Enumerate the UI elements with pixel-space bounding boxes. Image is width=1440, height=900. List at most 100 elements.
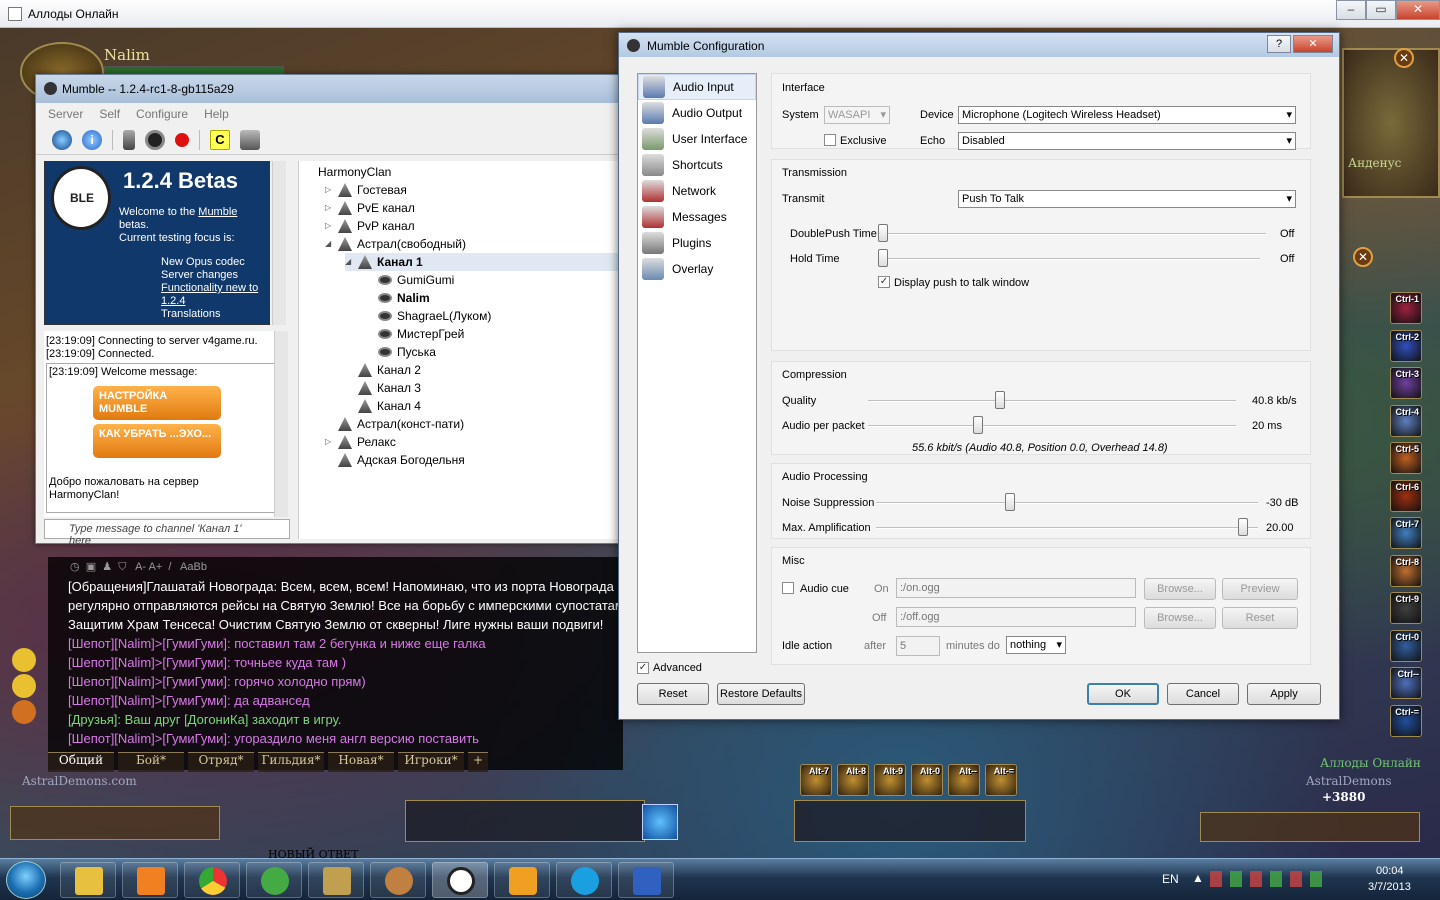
alt-hotkey-slot[interactable]: Alt-= bbox=[985, 764, 1017, 796]
tree-channel[interactable]: Адская Богодельня bbox=[325, 451, 624, 469]
chat-message-input[interactable]: Type message to channel 'Канал 1' here bbox=[44, 519, 290, 547]
chat-tab[interactable]: Игроки* bbox=[398, 752, 464, 772]
alt-hotkey-slot[interactable]: Alt-9 bbox=[874, 764, 906, 796]
connect-globe-icon[interactable] bbox=[52, 129, 72, 150]
nav-item-network[interactable]: Network bbox=[638, 178, 756, 204]
tray-icons[interactable] bbox=[1210, 871, 1326, 887]
info-icon[interactable]: i bbox=[82, 129, 102, 150]
help-button[interactable]: ? bbox=[1267, 35, 1291, 53]
font-size-buttons[interactable]: A- A+ bbox=[135, 561, 162, 573]
remove-echo-banner[interactable]: КАК УБРАТЬ ...ЭХО... bbox=[93, 424, 221, 458]
close-button[interactable]: ✕ bbox=[1396, 0, 1440, 20]
taskbar-allods[interactable] bbox=[618, 862, 674, 898]
ctrl-hotkey-slot[interactable]: Ctrl-1 bbox=[1390, 292, 1422, 324]
tree-channel[interactable]: Канал 3 bbox=[345, 379, 624, 397]
restore-button[interactable]: ▭ bbox=[1366, 0, 1396, 20]
action-bar-right[interactable] bbox=[794, 800, 1026, 842]
taskbar-paint[interactable] bbox=[370, 862, 426, 898]
skill-icon[interactable] bbox=[642, 804, 678, 840]
tree-channel[interactable]: Канал 4 bbox=[345, 397, 624, 415]
taskbar-utorrent[interactable] bbox=[246, 862, 302, 898]
alt-hotkey-slot[interactable]: Alt-- bbox=[948, 764, 980, 796]
ctrl-hotkey-slot[interactable]: Ctrl-9 bbox=[1390, 592, 1422, 624]
tree-user[interactable]: ShagraeL(Луком) bbox=[365, 307, 624, 325]
noise-suppression-slider[interactable] bbox=[876, 502, 1258, 504]
emote-icon[interactable] bbox=[12, 700, 36, 724]
minimize-button[interactable]: – bbox=[1336, 0, 1366, 20]
max-amplification-slider[interactable] bbox=[876, 527, 1258, 529]
tree-channel[interactable]: Канал 2 bbox=[345, 361, 624, 379]
chat-tab[interactable]: Гильдия* bbox=[258, 752, 324, 772]
chat-tab[interactable]: Новая* bbox=[328, 752, 394, 772]
expand-arrow-icon[interactable]: ▷ bbox=[325, 433, 333, 451]
nav-item-messages[interactable]: Messages bbox=[638, 204, 756, 230]
tree-user[interactable]: МистерГрей bbox=[365, 325, 624, 343]
tree-user[interactable]: GumiGumi bbox=[365, 271, 624, 289]
welcome-item[interactable]: Functionality new to bbox=[161, 282, 258, 295]
noise-suppression-slider-thumb[interactable] bbox=[1004, 493, 1015, 511]
game-window-titlebar[interactable]: Аллоды Онлайн – ▭ ✕ bbox=[0, 0, 1440, 28]
tree-channel[interactable]: ▷ Релакс bbox=[325, 433, 624, 451]
action-bar-left[interactable] bbox=[10, 806, 220, 840]
audio-per-packet-slider-thumb[interactable] bbox=[973, 416, 984, 434]
mumble-titlebar[interactable]: Mumble -- 1.2.4-rc1-8-gb115a29 bbox=[36, 75, 624, 103]
exclusive-checkbox[interactable] bbox=[824, 134, 836, 146]
ctrl-hotkey-slot[interactable]: Ctrl-7 bbox=[1390, 517, 1422, 549]
doublepush-slider[interactable] bbox=[878, 233, 1266, 235]
preview-button[interactable]: Preview bbox=[1222, 578, 1298, 600]
welcome-item[interactable]: Server changes bbox=[161, 269, 258, 282]
off-sound-field[interactable]: :/off.ogg bbox=[896, 607, 1136, 627]
nav-item-shortcuts[interactable]: Shortcuts bbox=[638, 152, 756, 178]
browse-on-button[interactable]: Browse... bbox=[1144, 578, 1216, 600]
display-ptt-checkbox[interactable]: ✓ bbox=[878, 276, 890, 288]
ctrl-hotkey-slot[interactable]: Ctrl-6 bbox=[1390, 479, 1422, 512]
headphones-icon[interactable] bbox=[145, 129, 165, 150]
system-select[interactable]: WASAPI bbox=[824, 106, 890, 124]
device-select[interactable]: Microphone (Logitech Wireless Headset) bbox=[958, 106, 1296, 124]
setup-mumble-banner[interactable]: НАСТРОЙКА MUMBLE bbox=[93, 386, 221, 420]
on-sound-field[interactable]: :/on.ogg bbox=[896, 578, 1136, 598]
welcome-scrollbar[interactable] bbox=[272, 161, 286, 325]
taskbar-explorer[interactable] bbox=[60, 862, 116, 898]
log-scrollbar[interactable] bbox=[274, 331, 288, 517]
game-chat-panel[interactable]: ◷ ▣ ♟ ⛉ A- A+ / AaBb [Обращения]Глашатай… bbox=[48, 557, 623, 770]
tree-channel[interactable]: ▷ PvP канал bbox=[325, 217, 624, 235]
smiley-icon[interactable] bbox=[12, 674, 36, 698]
channel-tree[interactable]: HarmonyClan ▷ Гостевая ▷ PvE канал ▷ PvP канал… bbox=[298, 161, 624, 539]
tree-channel[interactable]: ◢ Канал 1 bbox=[345, 253, 624, 271]
record-icon[interactable] bbox=[175, 132, 189, 147]
menu-server[interactable]: Server bbox=[48, 107, 83, 121]
tray-show-hidden-icon[interactable]: ▲ bbox=[1192, 871, 1204, 885]
nav-item-plugins[interactable]: Plugins bbox=[638, 230, 756, 256]
action-bar-bags[interactable] bbox=[1200, 812, 1420, 842]
chat-tab[interactable]: Общий bbox=[48, 752, 114, 772]
config-close-button[interactable]: ✕ bbox=[1293, 35, 1333, 53]
taskbar-bs-player[interactable] bbox=[494, 862, 550, 898]
taskbar-league[interactable] bbox=[308, 862, 364, 898]
tree-channel[interactable]: ▷ Гостевая bbox=[325, 181, 624, 199]
expand-arrow-icon[interactable]: ◢ bbox=[325, 235, 333, 253]
apply-button[interactable]: Apply bbox=[1247, 683, 1321, 705]
welcome-item[interactable]: 1.2.4 bbox=[161, 295, 258, 308]
ctrl-hotkey-slot[interactable]: Ctrl-2 bbox=[1390, 329, 1422, 362]
ctrl-hotkey-slot[interactable]: Ctrl-0 bbox=[1390, 629, 1422, 662]
doublepush-slider-thumb[interactable] bbox=[878, 224, 888, 242]
holdtime-slider-thumb[interactable] bbox=[878, 249, 888, 267]
close-icon[interactable]: ✕ bbox=[1394, 48, 1414, 68]
tree-user[interactable]: Пуська bbox=[365, 343, 624, 361]
alt-hotkey-slot[interactable]: Alt-8 bbox=[837, 764, 869, 796]
nav-item-audio-input[interactable]: Audio Input bbox=[638, 74, 756, 100]
user-icon[interactable]: ♟ bbox=[102, 561, 112, 573]
menu-help[interactable]: Help bbox=[204, 107, 229, 121]
alt-hotkey-slot[interactable]: Alt-0 bbox=[911, 764, 943, 796]
restore-defaults-button[interactable]: Restore Defaults bbox=[717, 683, 805, 705]
cancel-button[interactable]: Cancel bbox=[1167, 683, 1239, 705]
tree-channel[interactable]: Астрал(конст-пати) bbox=[325, 415, 624, 433]
ctrl-hotkey-slot[interactable]: Ctrl-= bbox=[1390, 704, 1422, 737]
echo-select[interactable]: Disabled bbox=[958, 132, 1296, 150]
reset-button[interactable]: Reset bbox=[637, 683, 709, 705]
expand-arrow-icon[interactable]: ◢ bbox=[345, 253, 353, 271]
minimap[interactable] bbox=[1342, 48, 1440, 198]
taskbar-mumble[interactable] bbox=[432, 862, 488, 898]
clock-date[interactable]: 3/7/2013 bbox=[1368, 881, 1411, 893]
